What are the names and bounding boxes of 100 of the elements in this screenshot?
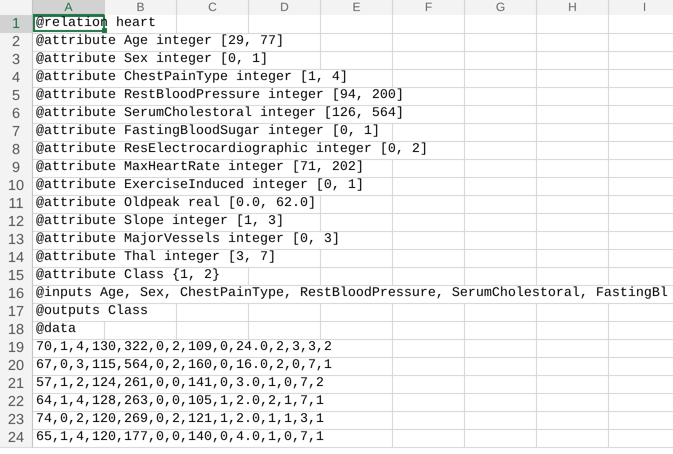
empty-cell[interactable]: [465, 105, 537, 124]
empty-cell[interactable]: [537, 177, 609, 196]
table-cell[interactable]: @attribute FastingBloodSugar integer [0, 1]: [33, 123, 393, 142]
table-cell[interactable]: @attribute Sex integer [0, 1]: [33, 51, 321, 70]
row-header[interactable]: 13: [0, 231, 33, 250]
empty-cell[interactable]: [249, 15, 321, 34]
empty-cell[interactable]: [465, 33, 537, 52]
empty-cell[interactable]: [393, 339, 465, 358]
empty-cell[interactable]: [537, 267, 609, 286]
table-cell[interactable]: 64,1,4,128,263,0,0,105,1,2.0,2,1,7,1: [33, 393, 393, 412]
empty-cell[interactable]: [393, 159, 465, 178]
empty-cell[interactable]: [537, 339, 609, 358]
empty-cell[interactable]: [393, 69, 465, 88]
row-header[interactable]: 6: [0, 105, 33, 124]
empty-cell[interactable]: [537, 87, 609, 106]
empty-cell[interactable]: [537, 393, 609, 412]
empty-cell[interactable]: [321, 51, 393, 70]
empty-cell[interactable]: [393, 15, 465, 34]
row-header[interactable]: 7: [0, 123, 33, 142]
column-header[interactable]: F: [393, 0, 465, 15]
table-cell[interactable]: @attribute SerumCholestoral integer [126, 564]: [33, 105, 465, 124]
table-cell[interactable]: 65,1,4,120,177,0,0,140,0,4.0,1,0,7,1: [33, 429, 393, 448]
empty-cell[interactable]: [321, 213, 393, 232]
empty-cell[interactable]: [393, 249, 465, 268]
row-header[interactable]: 10: [0, 177, 33, 196]
empty-cell[interactable]: [465, 177, 537, 196]
empty-cell[interactable]: [465, 249, 537, 268]
column-header[interactable]: C: [177, 0, 249, 15]
empty-cell[interactable]: [465, 303, 537, 322]
empty-cell[interactable]: [465, 123, 537, 142]
empty-cell[interactable]: [465, 213, 537, 232]
empty-cell[interactable]: [393, 321, 465, 340]
empty-cell[interactable]: [537, 159, 609, 178]
table-cell[interactable]: @attribute ChestPainType integer [1, 4]: [33, 69, 393, 88]
empty-cell[interactable]: [465, 267, 537, 286]
empty-cell[interactable]: [393, 303, 465, 322]
empty-cell[interactable]: [465, 375, 537, 394]
select-all-corner[interactable]: [0, 0, 33, 15]
row-header[interactable]: 16: [0, 285, 33, 304]
row-header[interactable]: 14: [0, 249, 33, 268]
empty-cell[interactable]: [537, 231, 609, 250]
row-header[interactable]: 2: [0, 33, 33, 52]
empty-cell[interactable]: [465, 15, 537, 34]
empty-cell[interactable]: [537, 33, 609, 52]
empty-cell[interactable]: [393, 213, 465, 232]
table-cell[interactable]: @data: [33, 321, 105, 340]
table-cell[interactable]: @attribute Thal integer [3, 7]: [33, 249, 321, 268]
empty-cell[interactable]: [465, 51, 537, 70]
empty-cell[interactable]: [537, 411, 609, 430]
empty-cell[interactable]: [393, 123, 465, 142]
row-header[interactable]: 17: [0, 303, 33, 322]
empty-cell[interactable]: [537, 15, 609, 34]
empty-cell[interactable]: [537, 429, 609, 448]
empty-cell[interactable]: [465, 87, 537, 106]
table-cell[interactable]: @outputs Class: [33, 303, 177, 322]
row-header[interactable]: 3: [0, 51, 33, 70]
empty-cell[interactable]: [105, 321, 177, 340]
empty-cell[interactable]: [249, 267, 321, 286]
empty-cell[interactable]: [537, 51, 609, 70]
empty-cell[interactable]: [321, 33, 393, 52]
empty-cell[interactable]: [393, 411, 465, 430]
empty-cell[interactable]: [537, 213, 609, 232]
empty-cell[interactable]: [537, 357, 609, 376]
empty-cell[interactable]: [393, 429, 465, 448]
empty-cell[interactable]: [465, 339, 537, 358]
row-header[interactable]: 24: [0, 429, 33, 448]
empty-cell[interactable]: [537, 141, 609, 160]
row-header[interactable]: 12: [0, 213, 33, 232]
empty-cell[interactable]: [537, 249, 609, 268]
row-header[interactable]: 19: [0, 339, 33, 358]
empty-cell[interactable]: [321, 267, 393, 286]
row-header[interactable]: 11: [0, 195, 33, 214]
table-cell[interactable]: 57,1,2,124,261,0,0,141,0,3.0,1,0,7,2: [33, 375, 393, 394]
table-cell[interactable]: @attribute MajorVessels integer [0, 3]: [33, 231, 393, 250]
empty-cell[interactable]: [177, 303, 249, 322]
empty-cell[interactable]: [393, 393, 465, 412]
column-header[interactable]: I: [609, 0, 673, 15]
column-header[interactable]: G: [465, 0, 537, 15]
empty-cell[interactable]: [321, 15, 393, 34]
empty-cell[interactable]: [249, 321, 321, 340]
row-header[interactable]: 20: [0, 357, 33, 376]
column-header[interactable]: E: [321, 0, 393, 15]
row-header[interactable]: 8: [0, 141, 33, 160]
table-cell[interactable]: @attribute Oldpeak real [0.0, 62.0]: [33, 195, 321, 214]
empty-cell[interactable]: [537, 69, 609, 88]
empty-cell[interactable]: [465, 159, 537, 178]
table-cell[interactable]: @attribute ResElectrocardiographic integer [0, 2]: [33, 141, 465, 160]
empty-cell[interactable]: [465, 231, 537, 250]
row-header[interactable]: 9: [0, 159, 33, 178]
table-cell[interactable]: 74,0,2,120,269,0,2,121,1,2.0,1,1,3,1: [33, 411, 393, 430]
empty-cell[interactable]: [393, 357, 465, 376]
row-header[interactable]: 5: [0, 87, 33, 106]
empty-cell[interactable]: [393, 195, 465, 214]
row-header[interactable]: 1: [0, 15, 33, 34]
empty-cell[interactable]: [537, 105, 609, 124]
empty-cell[interactable]: [465, 141, 537, 160]
table-cell[interactable]: @inputs Age, Sex, ChestPainType, RestBloodPressure, SerumCholestoral, FastingBl: [33, 285, 673, 304]
column-header[interactable]: D: [249, 0, 321, 15]
empty-cell[interactable]: [393, 33, 465, 52]
empty-cell[interactable]: [465, 69, 537, 88]
